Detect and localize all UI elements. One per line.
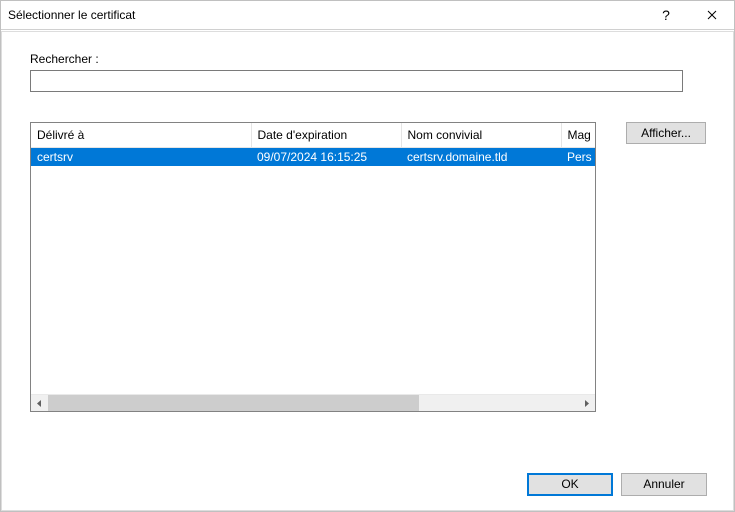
close-button[interactable]: [689, 0, 735, 30]
col-header-friendly[interactable]: Nom convivial: [401, 123, 561, 147]
cell-issued-to: certsrv: [31, 147, 251, 166]
close-icon: [707, 10, 717, 20]
scroll-thumb[interactable]: [48, 395, 419, 411]
dialog-title: Sélectionner le certificat: [8, 8, 643, 22]
table-header-row: Délivré à Date d'expiration Nom convivia…: [31, 123, 595, 147]
certificate-table: Délivré à Date d'expiration Nom convivia…: [30, 122, 596, 412]
col-header-store[interactable]: Mag: [561, 123, 595, 147]
scroll-left-icon[interactable]: [31, 395, 48, 411]
ok-button[interactable]: OK: [527, 473, 613, 496]
titlebar: Sélectionner le certificat ?: [0, 0, 735, 30]
search-input[interactable]: [30, 70, 683, 92]
scroll-track[interactable]: [48, 395, 578, 411]
col-header-expiry[interactable]: Date d'expiration: [251, 123, 401, 147]
horizontal-scrollbar[interactable]: [31, 394, 595, 411]
cell-expiry: 09/07/2024 16:15:25: [251, 147, 401, 166]
cell-store: Pers: [561, 147, 595, 166]
col-header-issued-to[interactable]: Délivré à: [31, 123, 251, 147]
search-label: Rechercher :: [30, 52, 707, 66]
dialog-footer: OK Annuler: [527, 473, 707, 496]
table-row[interactable]: certsrv 09/07/2024 16:15:25 certsrv.doma…: [31, 147, 595, 166]
dialog-body: Rechercher : Délivré à Date d'expiration…: [1, 31, 734, 511]
help-button[interactable]: ?: [643, 0, 689, 30]
view-button[interactable]: Afficher...: [626, 122, 706, 144]
cell-friendly: certsrv.domaine.tld: [401, 147, 561, 166]
cancel-button[interactable]: Annuler: [621, 473, 707, 496]
scroll-right-icon[interactable]: [578, 395, 595, 411]
